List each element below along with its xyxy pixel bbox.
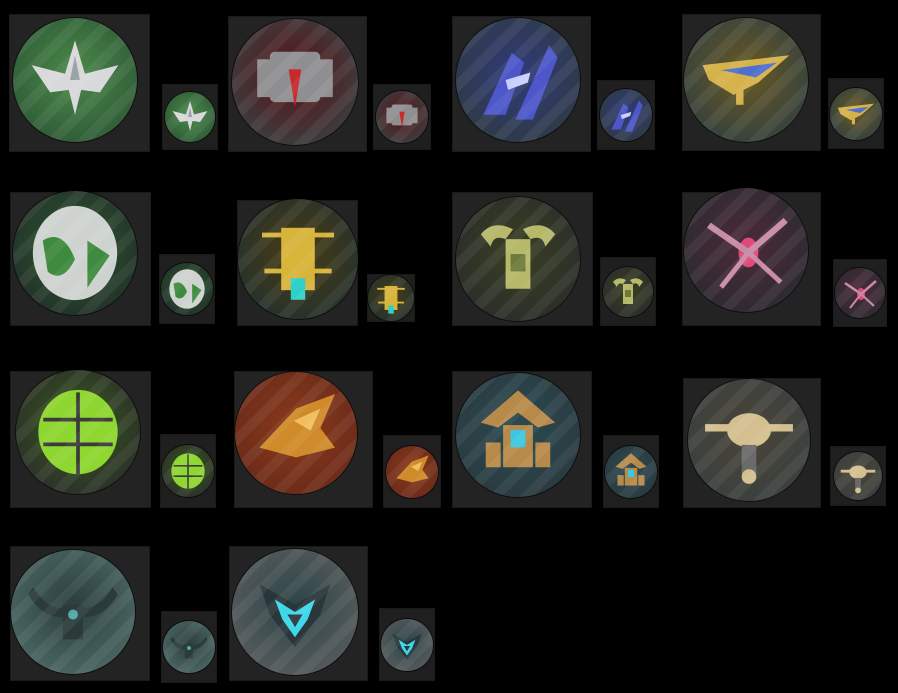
lime-beetle-ship-icon (162, 445, 214, 497)
gold-interceptor-ship-icon (830, 87, 882, 140)
green-armored-pod-ship-icon (13, 191, 137, 315)
pink-spider-ship-icon (684, 188, 808, 312)
tan-gyro-ship-icon (834, 452, 882, 500)
yellow-cage-ship-icon (368, 275, 414, 321)
tan-gyro-ship-icon (688, 379, 810, 501)
cyan-emblem-icon (381, 618, 433, 671)
blue-winged-ship-icon (456, 18, 580, 142)
lime-beetle-ship-icon (16, 370, 140, 494)
teal-fortress-ship-icon (456, 373, 580, 497)
orange-raptor-ship-icon (235, 372, 357, 494)
dark-crab-ship-icon (163, 621, 215, 673)
olive-claw-ship-icon (603, 266, 653, 317)
blue-winged-ship-icon (600, 89, 652, 141)
gold-interceptor-ship-icon (684, 18, 808, 142)
pink-spider-ship-icon (835, 268, 885, 318)
yellow-cage-ship-icon (238, 199, 358, 319)
cyan-emblem-icon (232, 549, 358, 675)
orange-raptor-ship-icon (386, 445, 438, 498)
dark-crab-ship-icon (11, 550, 135, 674)
white-fighter-ship-icon (165, 92, 215, 142)
olive-claw-ship-icon (456, 197, 580, 321)
green-armored-pod-ship-icon (161, 263, 213, 315)
red-gunship-ship-icon (232, 19, 358, 145)
red-gunship-ship-icon (376, 91, 428, 143)
teal-fortress-ship-icon (605, 445, 657, 498)
white-fighter-ship-icon (13, 18, 137, 142)
